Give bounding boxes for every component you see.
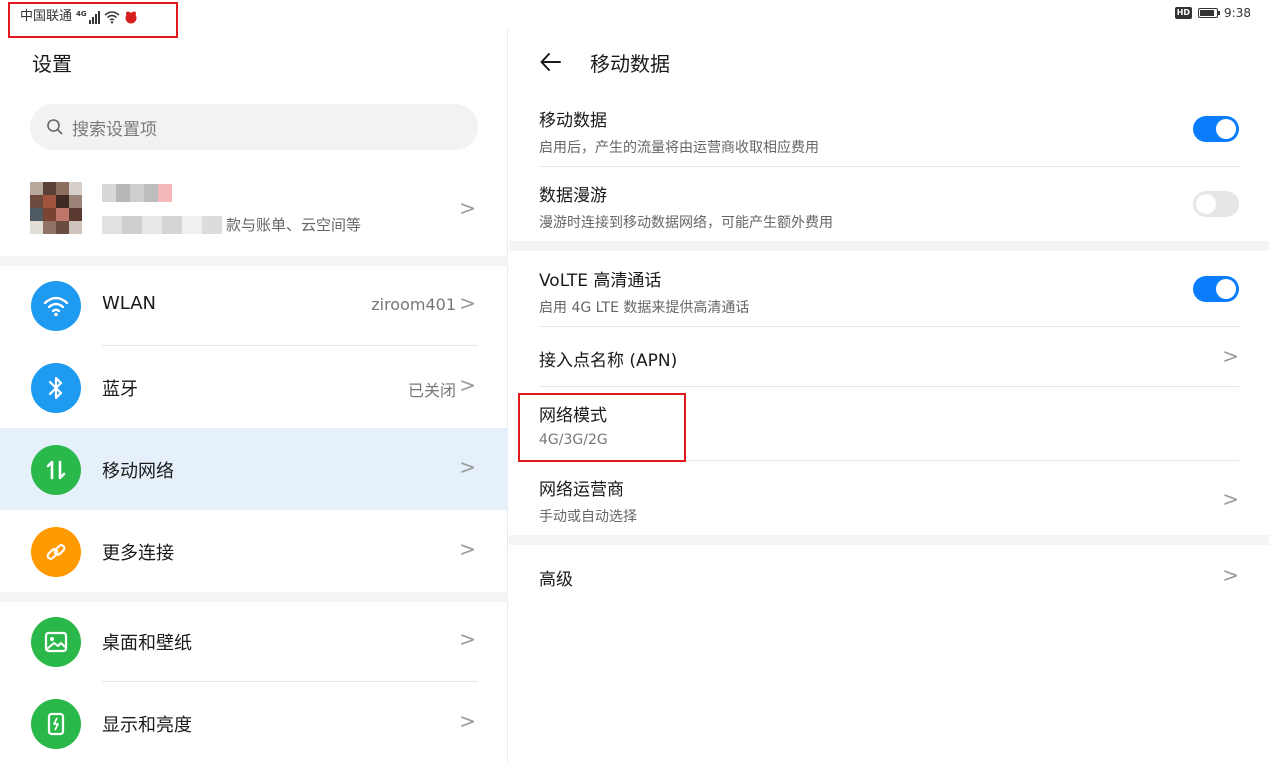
setting-subtitle: 启用 4G LTE 数据来提供高清通话	[539, 300, 750, 316]
carrier-name: 中国联通	[20, 9, 73, 24]
divider	[539, 166, 1239, 167]
account-subtitle-text: 款与账单、云空间等	[226, 216, 362, 234]
mobile-data-setting[interactable]: 移动数据 启用后，产生的流量将由运营商收取相应费用	[539, 106, 1239, 167]
chevron-right-icon: >	[459, 537, 476, 561]
page-title: 移动数据	[590, 52, 670, 76]
status-bar-right: HD 9:38	[1174, 6, 1251, 20]
divider	[539, 326, 1239, 327]
setting-title: 高级	[539, 570, 573, 590]
bluetooth-value: 已关闭	[407, 381, 456, 400]
volte-setting[interactable]: VoLTE 高清通话 启用 4G LTE 数据来提供高清通话	[539, 266, 1239, 327]
clock: 9:38	[1224, 6, 1251, 20]
image-icon	[31, 617, 81, 667]
section-divider	[509, 535, 1269, 545]
sidebar-item-display[interactable]: 显示和亮度 >	[0, 682, 508, 762]
sidebar-item-label: 蓝牙	[102, 379, 138, 400]
chevron-right-icon: >	[459, 709, 476, 733]
sidebar-item-label: 桌面和壁纸	[102, 633, 192, 654]
chevron-right-icon: >	[459, 373, 476, 397]
setting-subtitle: 手动或自动选择	[539, 509, 637, 525]
annotation-highlight-box	[518, 393, 686, 462]
link-icon	[31, 527, 81, 577]
status-bar: 中国联通 4G HD 9:38	[0, 0, 1269, 38]
setting-title: 网络运营商	[539, 480, 624, 500]
divider	[539, 386, 1239, 387]
settings-pane: 设置 搜索设置项 款与账单、云空间等 > WLAN ziroom401 > 蓝牙…	[0, 28, 508, 762]
mobile-data-toggle[interactable]	[1193, 116, 1239, 142]
chevron-right-icon: >	[459, 196, 476, 220]
hd-badge: HD	[1174, 7, 1193, 19]
data-roaming-toggle[interactable]	[1193, 191, 1239, 217]
sidebar-item-label: 显示和亮度	[102, 715, 192, 736]
page-title: 设置	[32, 52, 72, 76]
network-operator-setting[interactable]: 网络运营商 手动或自动选择 >	[539, 475, 1239, 535]
wlan-value: ziroom401	[371, 295, 456, 314]
account-row[interactable]: 款与账单、云空间等 >	[0, 170, 508, 252]
sidebar-item-label: 移动网络	[102, 461, 174, 482]
sidebar-item-mobile-network[interactable]: 移动网络 >	[0, 428, 508, 510]
sidebar-item-wallpaper[interactable]: 桌面和壁纸 >	[0, 600, 508, 682]
display-icon	[31, 699, 81, 749]
avatar	[30, 182, 82, 234]
data-roaming-setting[interactable]: 数据漫游 漫游时连接到移动数据网络，可能产生额外费用	[539, 181, 1239, 241]
volte-toggle[interactable]	[1193, 276, 1239, 302]
search-input[interactable]: 搜索设置项	[30, 104, 478, 150]
account-subtitle: 款与账单、云空间等	[102, 214, 361, 235]
advanced-setting[interactable]: 高级 >	[539, 563, 1239, 605]
setting-subtitle: 启用后，产生的流量将由运营商收取相应费用	[539, 140, 819, 156]
signal-icon: 4G	[76, 10, 100, 24]
chevron-right-icon: >	[459, 455, 476, 479]
setting-title: 接入点名称 (APN)	[539, 351, 678, 371]
section-divider	[509, 241, 1269, 251]
apn-setting[interactable]: 接入点名称 (APN) >	[539, 344, 1239, 387]
account-subtitle-blurred	[102, 215, 222, 234]
account-name-blurred	[102, 184, 172, 202]
back-arrow-icon[interactable]	[539, 50, 563, 74]
chevron-right-icon: >	[1222, 344, 1239, 368]
setting-title: 移动数据	[539, 111, 607, 131]
wifi-icon	[104, 11, 120, 24]
sidebar-item-wlan[interactable]: WLAN ziroom401 >	[0, 264, 508, 346]
sidebar-item-more-connections[interactable]: 更多连接 >	[0, 510, 508, 592]
sidebar-item-label: 更多连接	[102, 543, 174, 564]
mobile-data-icon	[31, 445, 81, 495]
bluetooth-icon	[31, 363, 81, 413]
wifi-icon	[31, 281, 81, 331]
app-notification-icon	[125, 11, 137, 24]
search-placeholder: 搜索设置项	[72, 119, 157, 140]
sidebar-item-bluetooth[interactable]: 蓝牙 已关闭 >	[0, 346, 508, 428]
setting-title: VoLTE 高清通话	[539, 271, 662, 291]
chevron-right-icon: >	[459, 291, 476, 315]
setting-subtitle: 漫游时连接到移动数据网络，可能产生额外费用	[539, 215, 833, 231]
sidebar-item-label: WLAN	[102, 293, 157, 314]
chevron-right-icon: >	[1222, 487, 1239, 511]
chevron-right-icon: >	[459, 627, 476, 651]
setting-title: 数据漫游	[539, 186, 607, 206]
battery-icon	[1198, 8, 1221, 18]
chevron-right-icon: >	[1222, 563, 1239, 587]
search-icon	[47, 119, 63, 135]
